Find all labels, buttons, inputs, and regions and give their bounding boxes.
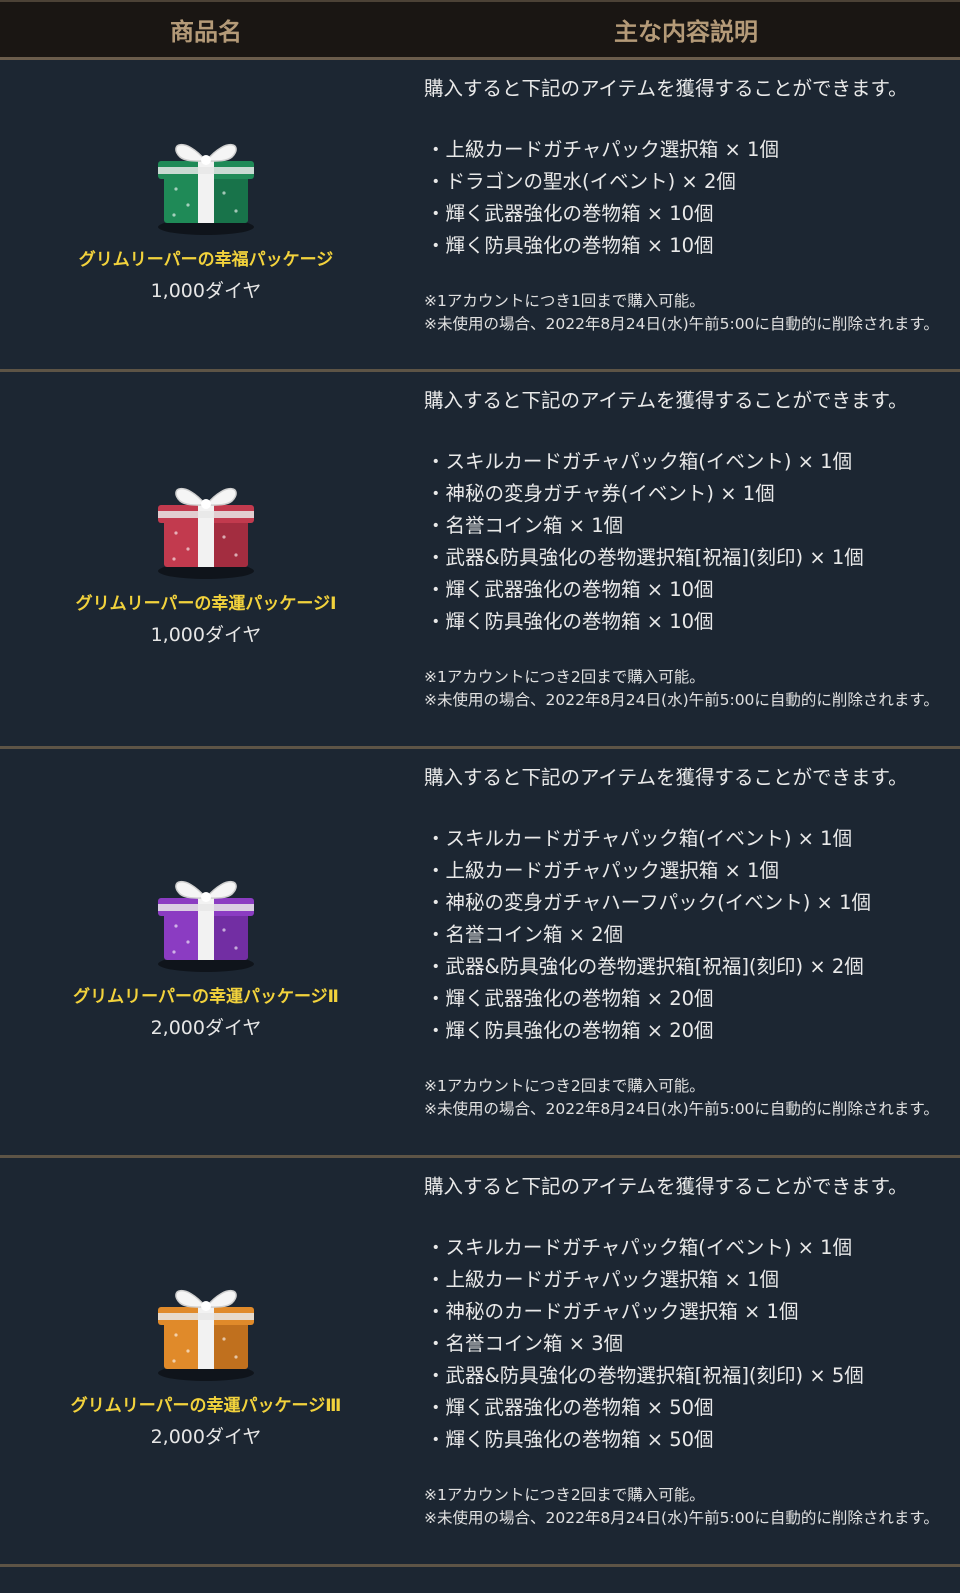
list-item: ・ドラゴンの聖水(イベント) × 2個 [426,170,736,193]
list-item: ・輝く武器強化の巻物箱 × 10個 [426,578,714,601]
description-intro: 購入すると下記のアイテムを獲得することができます。 [424,77,908,100]
list-item: ・輝く武器強化の巻物箱 × 20個 [426,987,714,1010]
package-row: グリムリーパーの幸福パッケージ 1,000ダイヤ 購入すると下記のアイテムを獲得… [0,60,960,372]
list-item: ・輝く防具強化の巻物箱 × 10個 [426,610,714,633]
gift-box-icon [146,864,266,974]
list-item: ・神秘のカードガチャパック選択箱 × 1個 [426,1300,799,1323]
list-item: ・輝く防具強化の巻物箱 × 10個 [426,234,714,257]
list-item: ・武器&防具強化の巻物選択箱[祝福](刻印) × 5個 [426,1364,864,1387]
package-description: 購入すると下記のアイテムを獲得することができます。 ・スキルカードガチャパック箱… [412,372,960,746]
description-intro: 購入すると下記のアイテムを獲得することができます。 [424,389,908,412]
expiry-note: ※未使用の場合、2022年8月24日(水)午前5:00に自動的に削除されます。 [424,315,939,333]
package-price: 2,000ダイヤ [150,1017,262,1039]
list-item: ・武器&防具強化の巻物選択箱[祝福](刻印) × 2個 [426,955,864,978]
list-item: ・名誉コイン箱 × 2個 [426,923,624,946]
item-list: ・スキルカードガチャパック箱(イベント) × 1個 ・神秘の変身ガチャ券(イベント… [424,446,952,638]
package-price: 1,000ダイヤ [150,624,262,646]
gift-box-icon [146,1273,266,1383]
list-item: ・神秘の変身ガチャハーフパック(イベント) × 1個 [426,891,871,914]
list-item: ・神秘の変身ガチャ券(イベント) × 1個 [426,482,775,505]
purchase-limit-note: ※1アカウントにつき2回まで購入可能。 [424,668,705,686]
purchase-limit-note: ※1アカウントにつき2回まで購入可能。 [424,1077,705,1095]
purchase-notes: ※1アカウントにつき2回まで購入可能。 ※未使用の場合、2022年8月24日(水… [424,1075,952,1121]
gift-box-icon [146,127,266,237]
package-row: グリムリーパーの幸運パッケージⅢ 2,000ダイヤ 購入すると下記のアイテムを獲… [0,1158,960,1567]
list-item: ・武器&防具強化の巻物選択箱[祝福](刻印) × 1個 [426,546,864,569]
list-item: ・輝く防具強化の巻物箱 × 20個 [426,1019,714,1042]
purchase-limit-note: ※1アカウントにつき2回まで購入可能。 [424,1486,705,1504]
item-list: ・上級カードガチャパック選択箱 × 1個 ・ドラゴンの聖水(イベント) × 2個・… [424,134,952,262]
package-row: グリムリーパーの幸運パッケージⅡ 2,000ダイヤ 購入すると下記のアイテムを獲… [0,749,960,1158]
package-description: 購入すると下記のアイテムを獲得することができます。 ・スキルカードガチャパック箱… [412,1158,960,1564]
package-info: グリムリーパーの幸運パッケージⅡ 2,000ダイヤ [0,749,412,1155]
list-item: ・名誉コイン箱 × 1個 [426,514,624,537]
item-list: ・スキルカードガチャパック箱(イベント) × 1個 ・上級カードガチャパック選択箱… [424,1232,952,1456]
description-intro: 購入すると下記のアイテムを獲得することができます。 [424,766,908,789]
expiry-note: ※未使用の場合、2022年8月24日(水)午前5:00に自動的に削除されます。 [424,1100,939,1118]
package-info: グリムリーパーの幸運パッケージⅠ 1,000ダイヤ [0,372,412,746]
gift-box-icon [146,471,266,581]
package-name: グリムリーパーの幸運パッケージⅡ [73,987,339,1007]
description-intro: 購入すると下記のアイテムを獲得することができます。 [424,1175,908,1198]
package-description: 購入すると下記のアイテムを獲得することができます。 ・上級カードガチャパック選択… [412,60,960,369]
list-item: ・上級カードガチャパック選択箱 × 1個 [426,1268,779,1291]
list-item: ・上級カードガチャパック選択箱 × 1個 [426,859,779,882]
table-header: 商品名 主な内容説明 [0,0,960,60]
package-row: グリムリーパーの幸運パッケージⅠ 1,000ダイヤ 購入すると下記のアイテムを獲… [0,372,960,749]
header-description: 主な内容説明 [614,18,758,46]
package-name: グリムリーパーの幸運パッケージⅢ [70,1396,342,1416]
purchase-notes: ※1アカウントにつき1回まで購入可能。 ※未使用の場合、2022年8月24日(水… [424,290,952,336]
expiry-note: ※未使用の場合、2022年8月24日(水)午前5:00に自動的に削除されます。 [424,1509,939,1527]
package-price: 1,000ダイヤ [150,279,262,302]
list-item: ・スキルカードガチャパック箱(イベント) × 1個 [426,1236,853,1259]
purchase-limit-note: ※1アカウントにつき1回まで購入可能。 [424,292,705,310]
package-table-body: グリムリーパーの幸福パッケージ 1,000ダイヤ 購入すると下記のアイテムを獲得… [0,60,960,1567]
list-item: ・スキルカードガチャパック箱(イベント) × 1個 [426,827,853,850]
package-name: グリムリーパーの幸福パッケージ [78,249,334,270]
list-item: ・スキルカードガチャパック箱(イベント) × 1個 [426,450,853,473]
package-name: グリムリーパーの幸運パッケージⅠ [75,594,337,614]
item-list: ・スキルカードガチャパック箱(イベント) × 1個 ・上級カードガチャパック選択箱… [424,823,952,1047]
purchase-notes: ※1アカウントにつき2回まで購入可能。 ※未使用の場合、2022年8月24日(水… [424,666,952,712]
list-item: ・輝く武器強化の巻物箱 × 10個 [426,202,714,225]
package-info: グリムリーパーの幸運パッケージⅢ 2,000ダイヤ [0,1158,412,1564]
package-price: 2,000ダイヤ [150,1426,262,1448]
list-item: ・名誉コイン箱 × 3個 [426,1332,624,1355]
list-item: ・輝く武器強化の巻物箱 × 50個 [426,1396,714,1419]
list-item: ・輝く防具強化の巻物箱 × 50個 [426,1428,714,1451]
expiry-note: ※未使用の場合、2022年8月24日(水)午前5:00に自動的に削除されます。 [424,691,939,709]
package-info: グリムリーパーの幸福パッケージ 1,000ダイヤ [0,60,412,369]
list-item: ・上級カードガチャパック選択箱 × 1個 [426,138,779,161]
purchase-notes: ※1アカウントにつき2回まで購入可能。 ※未使用の場合、2022年8月24日(水… [424,1484,952,1530]
package-description: 購入すると下記のアイテムを獲得することができます。 ・スキルカードガチャパック箱… [412,749,960,1155]
header-product-name: 商品名 [170,18,242,46]
